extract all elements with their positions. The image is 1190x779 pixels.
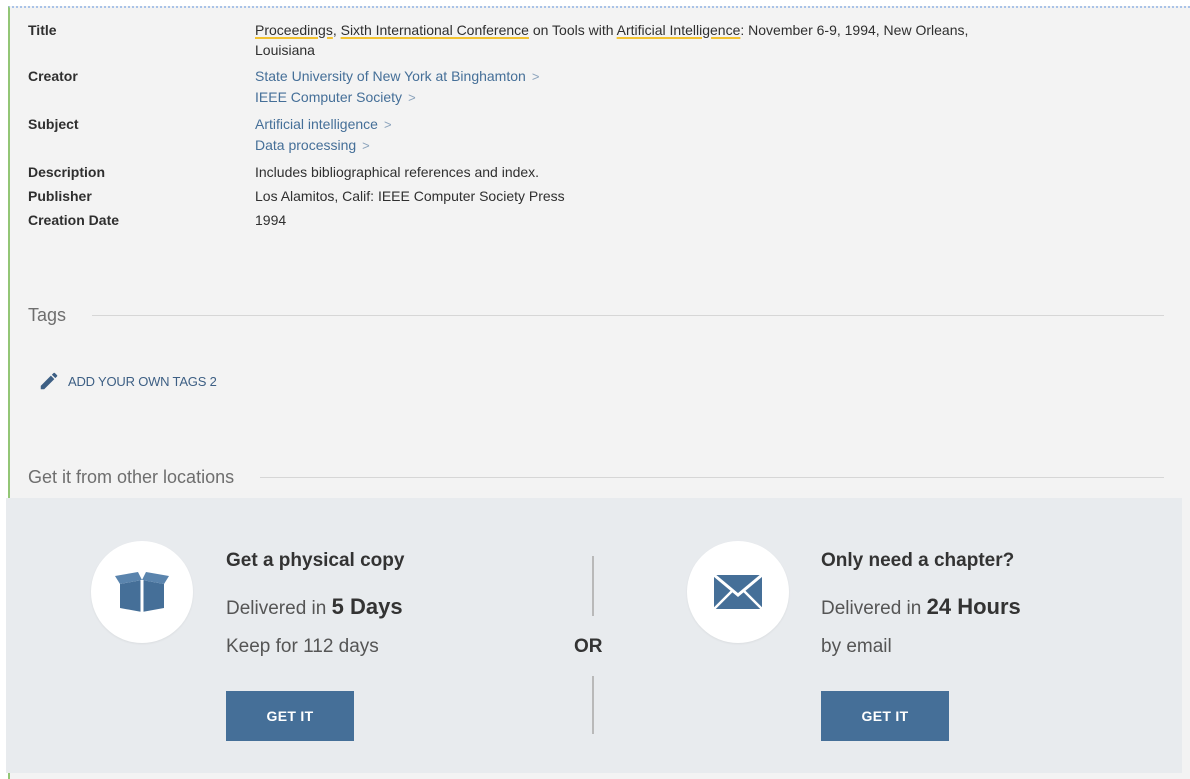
- record-details: Title Proceedings, Sixth International C…: [28, 20, 1128, 230]
- envelope-icon: [713, 574, 763, 610]
- description-label: Description: [28, 164, 106, 180]
- subject-link-text: Data processing: [255, 137, 357, 153]
- physical-copy-offer: Get a physical copy Delivered in 5 Days …: [226, 550, 404, 674]
- get-physical-copy-button[interactable]: GET IT: [226, 691, 354, 741]
- description-row: Description Includes bibliographical ref…: [28, 162, 1128, 182]
- physical-copy-delivery: Delivered in 5 Days: [226, 594, 404, 620]
- delivery-prefix: Delivered in: [821, 598, 927, 619]
- tags-section-header: Tags: [28, 305, 1164, 326]
- subject-row: Subject Artificial intelligence > Data pr…: [28, 114, 1128, 156]
- locations-section-header: Get it from other locations: [28, 467, 1164, 488]
- add-tags-button[interactable]: ADD YOUR OWN TAGS 2: [38, 370, 217, 392]
- title-text: on Tools with: [528, 22, 617, 38]
- vertical-divider-top: [592, 556, 594, 616]
- title-text: : November 6-9, 1994, New Orleans,: [740, 22, 969, 38]
- chapter-offer: Only need a chapter? Delivered in 24 Hou…: [821, 550, 1021, 674]
- title-highlight-proceedings: Proceedings: [255, 22, 333, 38]
- tags-heading: Tags: [28, 305, 67, 325]
- creator-link-ieee[interactable]: IEEE Computer Society >: [255, 87, 1128, 108]
- title-line-2: Louisiana: [255, 42, 315, 58]
- chapter-icon-circle: [687, 541, 789, 643]
- delivery-time: 24 Hours: [926, 594, 1021, 619]
- chevron-right-icon: >: [362, 138, 370, 153]
- creator-row: Creator State University of New York at …: [28, 66, 1128, 108]
- description-value: Includes bibliographical references and …: [255, 164, 540, 180]
- title-highlight-conference: Sixth International Conference: [340, 22, 529, 38]
- subject-link-data-processing[interactable]: Data processing >: [255, 135, 1128, 156]
- locations-heading: Get it from other locations: [28, 467, 235, 487]
- physical-copy-keep: Keep for 112 days: [226, 636, 379, 657]
- creator-label: Creator: [28, 68, 78, 84]
- box-icon: [115, 572, 169, 612]
- publisher-label: Publisher: [28, 188, 92, 204]
- publisher-row: Publisher Los Alamitos, Calif: IEEE Comp…: [28, 186, 1128, 206]
- chevron-right-icon: >: [408, 90, 416, 105]
- add-tags-label: ADD YOUR OWN TAGS 2: [68, 373, 217, 389]
- creator-link-text: IEEE Computer Society: [255, 89, 403, 105]
- subject-link-ai[interactable]: Artificial intelligence >: [255, 114, 1128, 135]
- creation-date-row: Creation Date 1994: [28, 210, 1128, 230]
- delivery-time: 5 Days: [331, 594, 403, 619]
- subject-link-text: Artificial intelligence: [255, 116, 378, 132]
- publisher-value: Los Alamitos, Calif: IEEE Computer Socie…: [255, 188, 565, 204]
- physical-copy-icon-circle: [91, 541, 193, 643]
- creator-link-binghamton[interactable]: State University of New York at Binghamt…: [255, 66, 1128, 87]
- chevron-right-icon: >: [531, 69, 540, 84]
- chevron-right-icon: >: [383, 117, 392, 132]
- get-chapter-button[interactable]: GET IT: [821, 691, 949, 741]
- title-highlight-ai: Artificial Intelligence: [616, 22, 741, 38]
- subject-label: Subject: [28, 116, 79, 132]
- title-text: ,: [332, 22, 341, 38]
- chapter-method: by email: [821, 636, 892, 657]
- divider: [92, 315, 1164, 316]
- delivery-prefix: Delivered in: [226, 598, 332, 619]
- vertical-divider-bottom: [592, 676, 594, 734]
- pencil-icon: [40, 372, 58, 390]
- chapter-delivery: Delivered in 24 Hours: [821, 594, 1021, 620]
- creation-date-value: 1994: [255, 212, 287, 228]
- creator-link-text: State University of New York at Binghamt…: [255, 68, 526, 84]
- divider: [260, 477, 1164, 478]
- title-label: Title: [28, 22, 57, 38]
- title-value: Proceedings, Sixth International Confere…: [255, 20, 1128, 60]
- or-separator: OR: [574, 636, 603, 657]
- physical-copy-title: Get a physical copy: [226, 550, 405, 571]
- creation-date-label: Creation Date: [28, 212, 120, 228]
- title-row: Title Proceedings, Sixth International C…: [28, 20, 1128, 60]
- chapter-title: Only need a chapter?: [821, 550, 1015, 571]
